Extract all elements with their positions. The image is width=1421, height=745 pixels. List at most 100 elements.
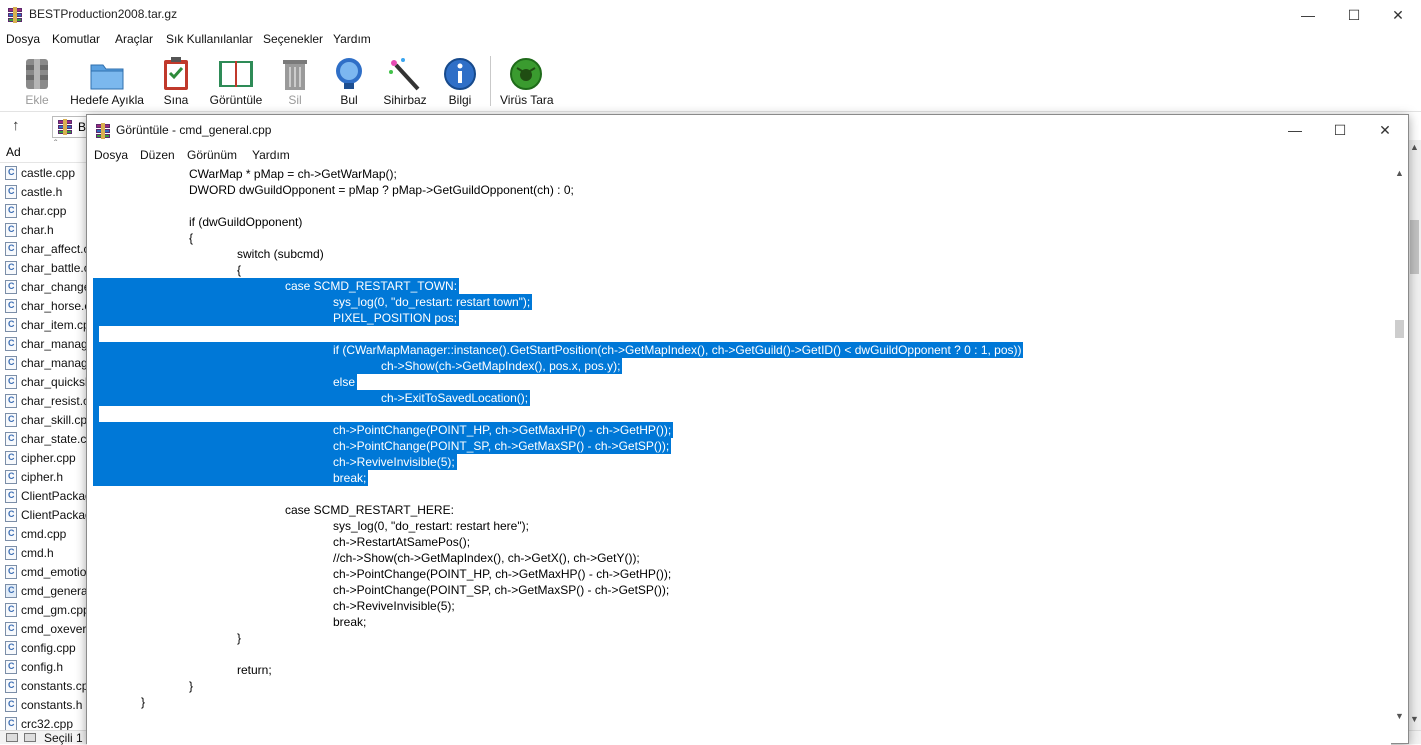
- menu-yardim[interactable]: Yardım: [333, 32, 371, 46]
- file-name: char_battle.c: [21, 261, 90, 275]
- file-list-item[interactable]: cmd_oxever: [0, 620, 90, 639]
- scroll-up-icon[interactable]: ▲: [1395, 168, 1404, 178]
- cpp-file-icon: [5, 223, 17, 237]
- code-text: switch (subcmd): [237, 247, 324, 261]
- delete-label: Sil: [288, 93, 302, 107]
- test-button[interactable]: Sına: [156, 53, 196, 111]
- main-menubar: Dosya Komutlar Araçlar Sık Kullanılanlar…: [0, 30, 1421, 48]
- delete-button[interactable]: Sil: [276, 53, 314, 111]
- add-button[interactable]: Ekle: [12, 53, 62, 111]
- file-list-item[interactable]: cmd_genera: [0, 582, 90, 601]
- file-name: char_state.cp: [21, 432, 90, 446]
- scroll-down-icon[interactable]: ▼: [1410, 714, 1419, 724]
- find-button[interactable]: Bul: [329, 53, 369, 111]
- menu-sik-kullanilanlar[interactable]: Sık Kullanılanlar: [166, 32, 253, 46]
- file-list-item[interactable]: crc32.cpp: [0, 715, 90, 730]
- code-line: if (dwGuildOpponent): [87, 214, 1391, 230]
- code-line: ch->PointChange(POINT_HP, ch->GetMaxHP()…: [87, 422, 1391, 438]
- file-list-item[interactable]: ClientPackag: [0, 506, 90, 525]
- code-text: CWarMap * pMap = ch->GetWarMap();: [189, 167, 397, 181]
- code-line: break;: [87, 470, 1391, 486]
- cpp-file-icon: [5, 451, 17, 465]
- file-name: cipher.cpp: [21, 451, 76, 465]
- file-list-item[interactable]: char_battle.c: [0, 259, 90, 278]
- file-list-item[interactable]: char_manag: [0, 354, 90, 373]
- view-label: Görüntüle: [209, 93, 263, 107]
- viewer-menu-duzen[interactable]: Düzen: [140, 148, 175, 162]
- viewer-menu-dosya[interactable]: Dosya: [94, 148, 128, 162]
- code-text: ch->PointChange(POINT_SP, ch->GetMaxSP()…: [333, 583, 670, 597]
- maximize-button[interactable]: ☐: [1331, 0, 1377, 30]
- code-line: case SCMD_RESTART_TOWN:: [87, 278, 1391, 294]
- code-line: if (CWarMapManager::instance().GetStartP…: [87, 342, 1391, 358]
- extract-folder-icon: [90, 64, 124, 90]
- file-list-item[interactable]: cipher.h: [0, 468, 90, 487]
- menu-secenekler[interactable]: Seçenekler: [263, 32, 323, 46]
- file-list-item[interactable]: char_change: [0, 278, 90, 297]
- code-text: ch->PointChange(POINT_SP, ch->GetMaxSP()…: [333, 439, 670, 453]
- file-list-item[interactable]: ClientPackag: [0, 487, 90, 506]
- main-scroll-thumb[interactable]: [1410, 220, 1419, 274]
- close-button[interactable]: ✕: [1375, 0, 1421, 30]
- code-viewer[interactable]: CWarMap * pMap = ch->GetWarMap(); DWORD d…: [87, 164, 1391, 745]
- file-list-item[interactable]: char_resist.c: [0, 392, 90, 411]
- file-list-item[interactable]: char.h: [0, 221, 90, 240]
- selection-highlight: [93, 470, 369, 486]
- scroll-down-icon[interactable]: ▼: [1395, 711, 1404, 721]
- viewer-scrollbar[interactable]: ▲ ▼: [1391, 164, 1408, 725]
- virus-scan-button[interactable]: Virüs Tara: [500, 53, 554, 111]
- file-list-item[interactable]: constants.h: [0, 696, 90, 715]
- viewer-maximize-button[interactable]: ☐: [1317, 115, 1363, 145]
- viewer-minimize-button[interactable]: —: [1272, 115, 1318, 145]
- main-scrollbar[interactable]: ▲ ▼: [1408, 140, 1421, 730]
- cpp-file-icon: [5, 508, 17, 522]
- minimize-button[interactable]: —: [1285, 0, 1331, 30]
- file-name: cmd.h: [21, 546, 54, 560]
- menu-araclar[interactable]: Araçlar: [115, 32, 153, 46]
- menu-dosya[interactable]: Dosya: [6, 32, 40, 46]
- code-line: ch->Show(ch->GetMapIndex(), pos.x, pos.y…: [87, 358, 1391, 374]
- file-name: castle.h: [21, 185, 63, 199]
- info-button[interactable]: Bilgi: [440, 53, 480, 111]
- file-list-item[interactable]: cmd.h: [0, 544, 90, 563]
- view-button[interactable]: Görüntüle: [206, 53, 266, 111]
- file-list-item[interactable]: cmd_emotio: [0, 563, 90, 582]
- menu-komutlar[interactable]: Komutlar: [52, 32, 100, 46]
- cpp-file-icon: [5, 527, 17, 541]
- extract-to-button[interactable]: Hedefe Ayıkla: [66, 53, 148, 111]
- wizard-button[interactable]: Sihirbaz: [380, 53, 430, 111]
- file-list-item[interactable]: char_affect.c: [0, 240, 90, 259]
- delete-trash-icon: [283, 60, 307, 90]
- file-name: char_change: [21, 280, 90, 294]
- file-list-item[interactable]: char_item.cp: [0, 316, 90, 335]
- file-list-item[interactable]: config.h: [0, 658, 90, 677]
- code-text: sys_log(0, "do_restart: restart town");: [333, 295, 531, 309]
- file-list-item[interactable]: config.cpp: [0, 639, 90, 658]
- name-column-header[interactable]: Ad ˆ: [0, 139, 92, 163]
- file-list-item[interactable]: char_skill.cp: [0, 411, 90, 430]
- file-list-item[interactable]: castle.h: [0, 183, 90, 202]
- file-list-item[interactable]: char_state.cp: [0, 430, 90, 449]
- file-list-item[interactable]: castle.cpp: [0, 164, 90, 183]
- file-list-item[interactable]: char_manag: [0, 335, 90, 354]
- file-list-item[interactable]: cipher.cpp: [0, 449, 90, 468]
- file-list-item[interactable]: char_horse.c: [0, 297, 90, 316]
- main-window-title: BESTProduction2008.tar.gz: [29, 7, 178, 21]
- viewer-menu-yardim[interactable]: Yardım: [252, 148, 290, 162]
- selection-highlight: [93, 406, 99, 422]
- scroll-up-icon[interactable]: ▲: [1410, 142, 1419, 152]
- viewer-close-button[interactable]: ✕: [1362, 115, 1408, 145]
- file-list-item[interactable]: cmd_gm.cpp: [0, 601, 90, 620]
- virus-scan-label: Virüs Tara: [500, 93, 554, 107]
- main-toolbar: Ekle Hedefe Ayıkla Sına Görüntüle Sil Bu…: [0, 49, 1421, 112]
- toolbar-separator: [490, 56, 491, 106]
- code-line: ch->ReviveInvisible(5);: [87, 454, 1391, 470]
- viewer-menu-gorunum[interactable]: Görünüm: [187, 148, 237, 162]
- file-list-item[interactable]: char.cpp: [0, 202, 90, 221]
- file-list-item[interactable]: constants.cp: [0, 677, 90, 696]
- code-text: ch->Show(ch->GetMapIndex(), pos.x, pos.y…: [381, 359, 621, 373]
- up-folder-button[interactable]: ↑: [12, 117, 20, 134]
- viewer-scroll-thumb[interactable]: [1395, 320, 1404, 338]
- file-list-item[interactable]: cmd.cpp: [0, 525, 90, 544]
- file-list-item[interactable]: char_quicksl: [0, 373, 90, 392]
